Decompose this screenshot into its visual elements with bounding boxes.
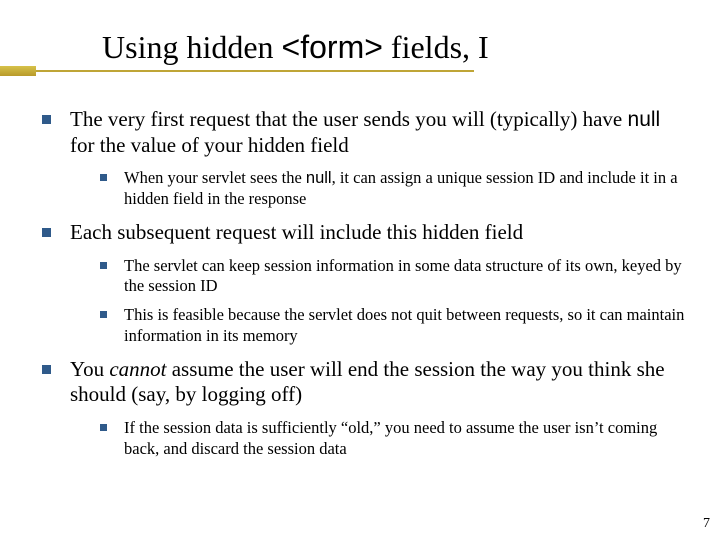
title-container: Using hidden <form> fields, I — [102, 30, 688, 65]
page-number: 7 — [703, 516, 710, 532]
bullet-1-sub-1: When your servlet sees the null, it can … — [96, 168, 688, 210]
bullet-2-text: Each subsequent request will include thi… — [70, 220, 523, 244]
bullet-2-sub-2: This is feasible because the servlet doe… — [96, 305, 688, 347]
bullet-1-code: null — [628, 108, 661, 131]
bullet-3: You cannot assume the user will end the … — [36, 357, 688, 460]
bullet-3-sub-1: If the session data is sufficiently “old… — [96, 418, 688, 460]
bullet-1-sublist: When your servlet sees the null, it can … — [96, 168, 688, 210]
bullet-3-sublist: If the session data is sufficiently “old… — [96, 418, 688, 460]
bullet-1-text-pre: The very first request that the user sen… — [70, 107, 628, 131]
bullet-3-text-pre: You — [70, 357, 109, 381]
title-code: <form> — [282, 29, 383, 65]
bullet-1: The very first request that the user sen… — [36, 107, 688, 210]
slide-title: Using hidden <form> fields, I — [102, 29, 489, 65]
bullet-1-sub-1-pre: When your servlet sees the — [124, 168, 306, 187]
bullet-1-text-post: for the value of your hidden field — [70, 133, 349, 157]
bullet-2-sub-1: The servlet can keep session information… — [96, 256, 688, 298]
title-text-pre: Using hidden — [102, 29, 282, 65]
accent-bar — [0, 66, 36, 76]
bullet-2: Each subsequent request will include thi… — [36, 220, 688, 347]
bullet-2-sublist: The servlet can keep session information… — [96, 256, 688, 347]
bullet-3-italic: cannot — [109, 357, 166, 381]
bullet-list: The very first request that the user sen… — [36, 107, 688, 459]
title-text-post: fields, I — [383, 29, 489, 65]
slide: Using hidden <form> fields, I The very f… — [0, 0, 720, 540]
content: The very first request that the user sen… — [32, 107, 688, 459]
accent-line — [36, 70, 474, 72]
bullet-1-sub-1-code: null — [306, 169, 332, 187]
